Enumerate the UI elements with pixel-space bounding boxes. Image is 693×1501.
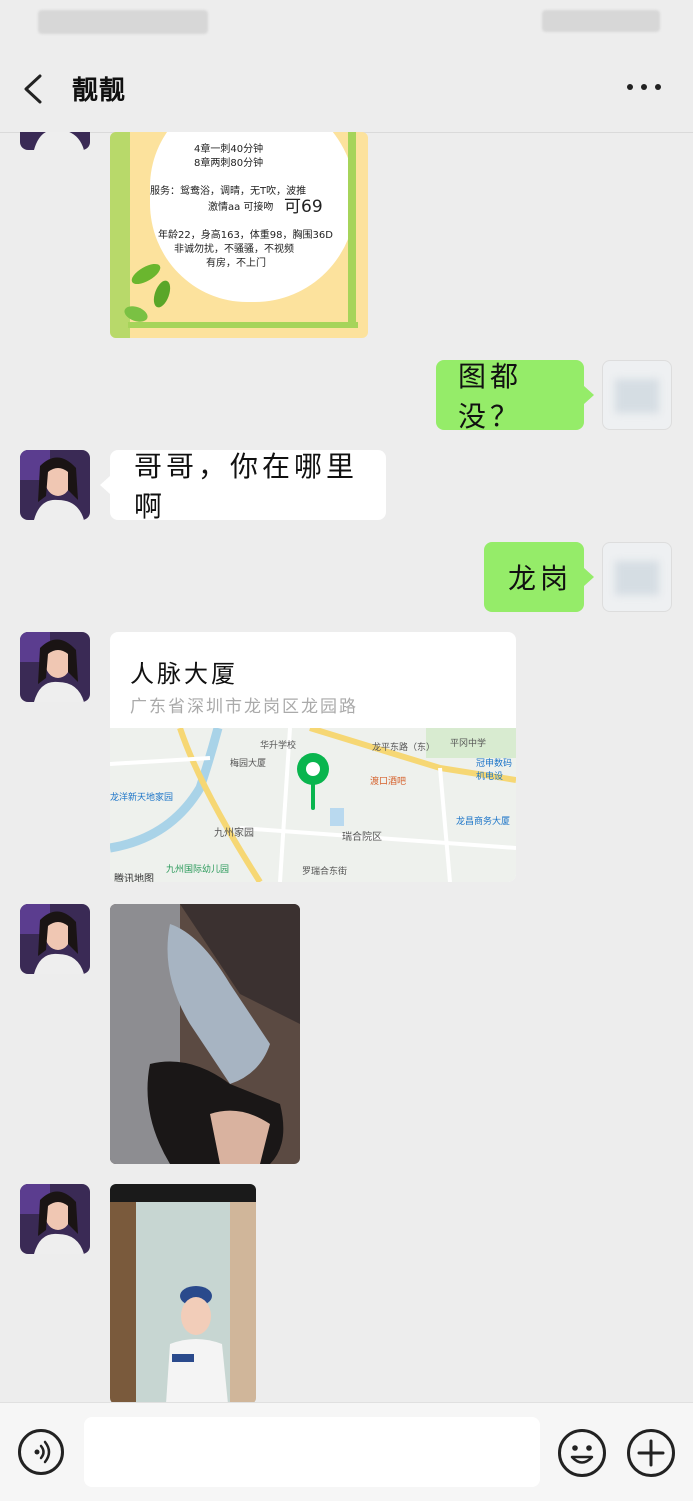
map-label: 瑞合院区 <box>342 832 382 843</box>
more-functions-plus-icon[interactable] <box>627 1429 675 1477</box>
contact-avatar[interactable] <box>20 450 90 520</box>
poster-line: 有房，不上门 <box>206 258 266 269</box>
poster-line: 8章两刺80分钟 <box>194 158 264 169</box>
map-label: 冠申数码机电设 <box>476 759 513 782</box>
status-bar-right-blur <box>542 10 660 32</box>
map-label: 龙平东路（东） <box>372 743 436 753</box>
chat-title: 靓靓 <box>72 76 127 106</box>
contact-avatar[interactable] <box>20 1184 90 1254</box>
tencent-map-logo: 腾讯地图 <box>114 874 154 882</box>
chat-header: 靓靓 <box>0 44 693 133</box>
location-map[interactable]: 华升学校 梅园大厦 龙平东路（东） 平冈中学 渡口酒吧 冠申数码机电设 九州家园… <box>110 728 516 882</box>
map-label: 平冈中学 <box>450 739 487 749</box>
photo-message[interactable] <box>110 904 300 1164</box>
poster-border-right <box>348 132 356 328</box>
map-label: 华升学校 <box>260 741 297 751</box>
poster-line: 可69 <box>284 197 323 217</box>
more-options-icon[interactable] <box>627 82 661 92</box>
map-label: 渡口酒吧 <box>370 777 407 787</box>
self-avatar[interactable] <box>602 360 672 430</box>
emoji-icon[interactable] <box>558 1429 606 1477</box>
location-card[interactable]: 人脉大厦 广东省深圳市龙岗区龙园路 华升学校 梅园大厦 龙平东路（东） 平冈中学… <box>110 632 516 882</box>
map-label: 龙昌商务大厦 <box>456 817 511 827</box>
outgoing-message-bubble[interactable]: 图都没？ <box>436 360 594 433</box>
map-label: 龙洋新天地家园 <box>110 793 174 803</box>
message-input[interactable] <box>84 1417 540 1487</box>
self-avatar[interactable] <box>602 542 672 612</box>
outgoing-message-bubble[interactable]: 龙岗 <box>484 542 594 612</box>
map-label: 九州家园 <box>214 828 254 839</box>
contact-avatar[interactable] <box>20 632 90 702</box>
contact-avatar[interactable] <box>20 132 90 150</box>
message-text: 哥哥，你在哪里啊 <box>134 450 359 523</box>
location-address: 广东省深圳市龙岗区龙园路 <box>130 697 358 717</box>
poster-line: 激情aa 可接吻 <box>208 202 274 213</box>
poster-image[interactable]: 4章一刺40分钟 8章两刺80分钟 服务：鸳鸯浴，调晴，无T吹，波推 激情aa … <box>110 132 368 338</box>
chat-input-bar <box>0 1402 693 1501</box>
chat-messages-area[interactable]: 4章一刺40分钟 8章两刺80分钟 服务：鸳鸯浴，调晴，无T吹，波推 激情aa … <box>0 132 693 1402</box>
photo-message[interactable] <box>110 1184 256 1402</box>
poster-line: 服务：鸳鸯浴，调晴，无T吹，波推 <box>150 186 307 197</box>
incoming-message-bubble[interactable]: 哥哥，你在哪里啊 <box>100 450 386 523</box>
location-name: 人脉大厦 <box>130 660 238 688</box>
map-pin-icon <box>297 753 329 810</box>
poster-line: 非诚勿扰，不骚骚，不视频 <box>174 244 294 255</box>
voice-input-icon[interactable] <box>18 1429 64 1475</box>
map-label: 梅园大厦 <box>230 759 267 769</box>
poster-line: 4章一刺40分钟 <box>194 144 264 155</box>
leaf-decoration-icon <box>124 263 171 322</box>
message-text: 龙岗 <box>508 562 573 595</box>
contact-avatar[interactable] <box>20 904 90 974</box>
map-label: 九州国际幼儿园 <box>166 865 230 875</box>
poster-line: 年龄22，身高163，体重98，胸围36D <box>158 230 333 241</box>
back-arrow-icon[interactable] <box>20 74 50 104</box>
status-bar-left-blur <box>38 10 208 34</box>
map-label: 罗瑞合东街 <box>302 867 348 877</box>
status-bar <box>0 0 693 44</box>
message-text: 图都没？ <box>458 360 523 433</box>
